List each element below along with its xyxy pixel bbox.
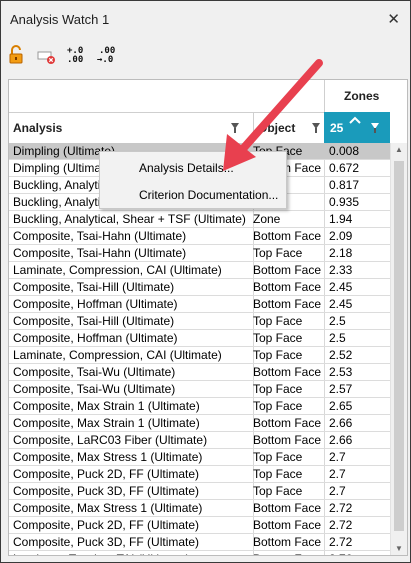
cell-analysis: Composite, Tsai-Hill (Ultimate) xyxy=(13,280,175,294)
table-row[interactable]: Composite, LaRC03 Fiber (Ultimate) Bottom… xyxy=(9,432,390,449)
cell-object: Top Face xyxy=(253,382,303,396)
cell-analysis: Composite, Max Stress 1 (Ultimate) xyxy=(13,450,203,464)
cell-object: Top Face xyxy=(253,467,303,481)
cell-object: Bottom Face xyxy=(253,551,325,555)
cell-zones-value: 2.66 xyxy=(329,433,353,447)
cell-zones-value: 2.5 xyxy=(329,314,346,328)
cell-analysis: Laminate, Tension, TAI (Ultimate) xyxy=(13,551,249,555)
cell-object: Bottom Face xyxy=(253,229,322,243)
cell-analysis: Composite, Tsai-Wu (Ultimate) xyxy=(13,365,176,379)
cell-zones-value: 2.33 xyxy=(329,263,353,277)
cell-zones-value: 2.72 xyxy=(329,501,353,515)
table-row[interactable]: Composite, Tsai-Hahn (Ultimate) Bottom Fa… xyxy=(9,228,390,245)
cell-analysis: Composite, Tsai-Hill (Ultimate) xyxy=(13,314,175,328)
cell-analysis: Composite, Max Strain 1 (Ultimate) xyxy=(13,399,200,413)
cell-object: Bottom Face xyxy=(253,416,322,430)
cell-object: Bottom Face xyxy=(253,263,322,277)
cell-analysis: Composite, Puck 3D, FF (Ultimate) xyxy=(13,484,200,498)
cell-zones-value: 2.53 xyxy=(329,365,353,379)
cell-object: Bottom Face xyxy=(253,535,322,549)
table-row[interactable]: Composite, Hoffman (Ultimate) Top Face 2.5 xyxy=(9,330,390,347)
cell-zones-value: 2.65 xyxy=(329,399,353,413)
cell-analysis: Composite, Tsai-Hahn (Ultimate) xyxy=(13,229,187,243)
cell-analysis: Composite, Hoffman (Ultimate) xyxy=(13,331,178,345)
cell-object: Top Face xyxy=(253,331,303,345)
cell-zones-value: 1.94 xyxy=(329,212,353,226)
cell-zones-value: 2.52 xyxy=(329,348,353,362)
cell-analysis: Composite, Hoffman (Ultimate) xyxy=(13,297,178,311)
cell-analysis: Composite, Max Strain 1 (Ultimate) xyxy=(13,416,200,430)
table-row[interactable]: Composite, Max Stress 1 (Ultimate) Top Fa… xyxy=(9,449,390,466)
cell-object: Bottom Face xyxy=(253,280,322,294)
table-row[interactable]: Laminate, Compression, CAI (Ultimate) Bot… xyxy=(9,262,390,279)
cell-analysis: Laminate, Compression, CAI (Ultimate) xyxy=(13,348,222,362)
cell-object: Top Face xyxy=(253,246,303,260)
cell-zones-value: 2.72 xyxy=(329,535,353,549)
cell-zones-value: 2.5 xyxy=(329,331,346,345)
cell-zones-value: 2.66 xyxy=(329,416,353,430)
cell-analysis: Composite, Tsai-Hahn (Ultimate) xyxy=(13,246,187,260)
table-row[interactable]: Composite, Puck 3D, FF (Ultimate) Bottom … xyxy=(9,534,390,551)
table-row[interactable]: Composite, Tsai-Hill (Ultimate) Top Face 2… xyxy=(9,313,390,330)
cell-object: Top Face xyxy=(253,484,303,498)
cell-analysis: Composite, LaRC03 Fiber (Ultimate) xyxy=(13,433,208,447)
table-row[interactable]: Composite, Tsai-Hahn (Ultimate) Top Face 2… xyxy=(9,245,390,262)
cell-analysis: Composite, Puck 2D, FF (Ultimate) xyxy=(13,518,200,532)
table-row[interactable]: Composite, Hoffman (Ultimate) Bottom Face… xyxy=(9,296,390,313)
cell-zones-value: 2.45 xyxy=(329,297,353,311)
cell-zones-value: 2.72 xyxy=(329,518,353,532)
vertical-scrollbar[interactable]: ▲ ▼ xyxy=(390,143,407,555)
cell-analysis: Composite, Tsai-Wu (Ultimate) xyxy=(13,382,176,396)
table-row[interactable]: Composite, Tsai-Wu (Ultimate) Bottom Face… xyxy=(9,364,390,381)
cell-object: Bottom Face xyxy=(253,518,322,532)
table-row[interactable]: Composite, Puck 2D, FF (Ultimate) Top Fac… xyxy=(9,466,390,483)
cell-zones-value: 2.18 xyxy=(329,246,353,260)
table-row[interactable]: Laminate, Tension, TAI (Ultimate) Bottom … xyxy=(9,551,390,555)
cell-object: Bottom Face xyxy=(253,501,322,515)
table-row[interactable]: Composite, Tsai-Hill (Ultimate) Bottom Fa… xyxy=(9,279,390,296)
scroll-down-icon[interactable]: ▼ xyxy=(395,544,403,553)
cell-zones-value: 2.57 xyxy=(329,382,353,396)
cell-analysis: Laminate, Compression, CAI (Ultimate) xyxy=(13,263,222,277)
cell-object: Bottom Face xyxy=(253,365,322,379)
table-row[interactable]: Buckling, Analytical, Shear + TSF (Ultim… xyxy=(9,211,390,228)
cell-object: Bottom Face xyxy=(253,433,322,447)
table-row[interactable]: Composite, Puck 3D, FF (Ultimate) Top Fac… xyxy=(9,483,390,500)
table-row[interactable]: Laminate, Compression, CAI (Ultimate) Top… xyxy=(9,347,390,364)
cell-object: Zone xyxy=(253,212,281,226)
cell-zones-value: 2.7 xyxy=(329,450,346,464)
cell-object: Top Face xyxy=(253,399,303,413)
cell-analysis: Composite, Max Stress 1 (Ultimate) xyxy=(13,501,203,515)
table-row[interactable]: Composite, Tsai-Wu (Ultimate) Top Face 2.5… xyxy=(9,381,390,398)
cell-analysis: Composite, Puck 2D, FF (Ultimate) xyxy=(13,467,200,481)
cell-zones-value: 2.7 xyxy=(329,467,346,481)
cell-object: Top Face xyxy=(253,314,303,328)
cell-object: Top Face xyxy=(253,348,303,362)
cell-object: Bottom Face xyxy=(253,297,322,311)
cell-object: Top Face xyxy=(253,450,303,464)
cell-zones-value: 2.76 xyxy=(329,551,389,555)
annotation-arrow xyxy=(223,59,323,171)
cell-zones-value: 2.09 xyxy=(329,229,353,243)
cell-analysis: Composite, Puck 3D, FF (Ultimate) xyxy=(13,535,200,549)
analysis-watch-window: Analysis Watch 1 ✕ +.0 .00 .00 →.0 Zones… xyxy=(0,0,411,563)
table-row[interactable]: Composite, Puck 2D, FF (Ultimate) Bottom … xyxy=(9,517,390,534)
table-row[interactable]: Composite, Max Strain 1 (Ultimate) Bottom… xyxy=(9,415,390,432)
cell-zones-value: 2.45 xyxy=(329,280,353,294)
scrollbar-thumb[interactable] xyxy=(394,161,404,531)
cell-zones-value: 2.7 xyxy=(329,484,346,498)
table-row[interactable]: Composite, Max Strain 1 (Ultimate) Top Fa… xyxy=(9,398,390,415)
cell-analysis: Buckling, Analytical, Shear + TSF (Ultim… xyxy=(13,212,246,226)
table-row[interactable]: Composite, Max Stress 1 (Ultimate) Bottom… xyxy=(9,500,390,517)
